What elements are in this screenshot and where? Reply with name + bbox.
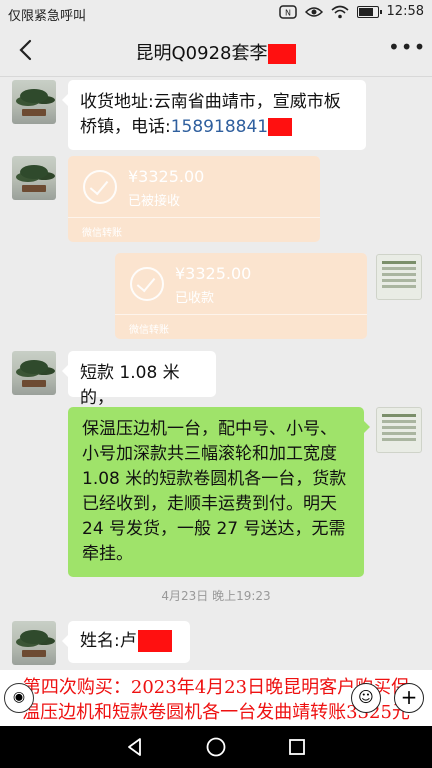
contact-avatar[interactable] [12, 156, 56, 200]
system-nav-bar [0, 726, 432, 768]
nav-recent-icon[interactable] [286, 736, 308, 758]
message-order[interactable]: 保温压边机一台，配中号、小号、小号加深款共三幅滚轮和加工宽度 1.08 米的短款… [68, 407, 370, 577]
svg-text:N: N [285, 8, 291, 17]
transfer-card-accepted[interactable]: ¥3325.00 已被接收 微信转账 [68, 156, 320, 242]
battery-icon [356, 5, 382, 18]
contact-avatar[interactable] [12, 621, 56, 665]
message-timestamp: 4月23日 晚上19:23 [161, 589, 271, 603]
contact-avatar[interactable] [12, 80, 56, 124]
message-list[interactable]: 收货地址:云南省曲靖市，宣威市板桥镇，电话:158918841 ¥3325.00… [0, 77, 432, 670]
check-circle-icon [83, 170, 117, 204]
transfer-amount: ¥3325.00 [128, 167, 205, 186]
status-bar: 仅限紧急呼叫 N 12:58 [0, 0, 432, 26]
contact-avatar[interactable] [12, 351, 56, 395]
transfer-status: 已被接收 [128, 194, 181, 209]
status-icons: N 12:58 [278, 4, 424, 19]
transfer-footer: 微信转账 [115, 314, 367, 339]
message-short[interactable]: 短款 1.08 米的， [62, 351, 216, 408]
chat-header: 昆明Q0928套李 ••• [0, 26, 432, 77]
transfer-card-received[interactable]: ¥3325.00 已收款 微信转账 [115, 253, 367, 339]
my-avatar[interactable] [376, 254, 422, 300]
name-redaction [137, 630, 172, 652]
message-name[interactable]: 姓名:卢 [62, 621, 190, 663]
transfer-footer: 微信转账 [68, 217, 320, 242]
nav-home-icon[interactable] [205, 736, 227, 758]
eye-icon [304, 6, 323, 17]
voice-icon[interactable]: ◉ [4, 683, 34, 713]
more-icon[interactable]: ••• [388, 36, 425, 64]
transfer-amount: ¥3325.00 [175, 264, 252, 283]
nav-back-icon[interactable] [124, 736, 146, 758]
plus-icon[interactable]: + [394, 683, 424, 713]
emoji-icon[interactable]: ☺ [351, 683, 381, 713]
wifi-icon [331, 5, 349, 18]
my-avatar[interactable] [376, 407, 422, 453]
transfer-status: 已收款 [175, 291, 215, 306]
transfer-label: 微信转账 [129, 325, 169, 336]
carrier-text: 仅限紧急呼叫 [8, 9, 87, 24]
title-redaction [268, 44, 297, 64]
check-circle-icon [130, 267, 164, 301]
phone-redaction [268, 118, 293, 136]
nfc-icon: N [278, 4, 297, 19]
transfer-label: 微信转账 [82, 228, 122, 239]
message-address[interactable]: 收货地址:云南省曲靖市，宣威市板桥镇，电话:158918841 [62, 80, 366, 150]
phone-number[interactable]: 158918841 [171, 117, 268, 137]
chat-title: 昆明Q0928套李 [0, 39, 432, 65]
clock: 12:58 [386, 4, 424, 19]
